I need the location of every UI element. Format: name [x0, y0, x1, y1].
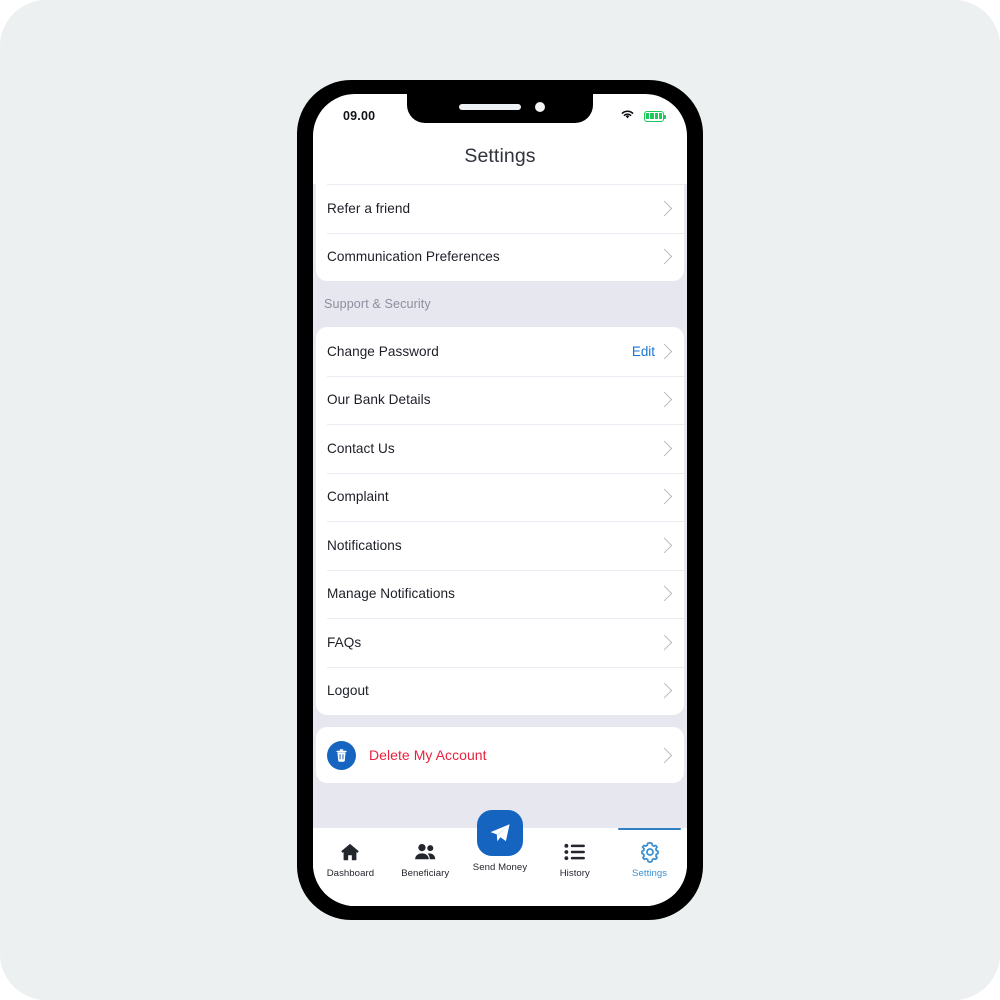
chevron-right-icon: [656, 248, 673, 265]
tab-active-indicator: [618, 828, 681, 831]
chevron-right-icon: [656, 585, 673, 602]
gear-icon: [639, 840, 661, 863]
send-money-fab[interactable]: [476, 810, 523, 856]
delete-account-row[interactable]: Delete My Account: [316, 727, 684, 783]
settings-row-faqs[interactable]: FAQs: [316, 618, 684, 667]
trash-icon: [327, 740, 356, 770]
phone-notch: [407, 94, 593, 123]
chevron-right-icon: [656, 440, 673, 457]
settings-row-contact-us[interactable]: Contact Us: [316, 424, 684, 473]
settings-row-label: Our Bank Details: [327, 392, 431, 408]
section-header-support-security: Support & Security: [313, 281, 687, 327]
settings-card-support-security: Change Password Edit Our Bank Details Conta…: [316, 327, 684, 715]
tab-history[interactable]: History: [537, 828, 612, 906]
phone-screen: 09.00 Settings Refer a friend Communicat…: [313, 94, 687, 906]
screen-header: Settings: [313, 136, 687, 184]
status-indicators: [620, 107, 667, 125]
battery-full-icon: [644, 110, 667, 122]
settings-row-refer-a-friend[interactable]: Refer a friend: [316, 184, 684, 233]
chevron-right-icon: [656, 343, 673, 360]
settings-row-our-bank-details[interactable]: Our Bank Details: [316, 375, 684, 425]
tab-beneficiary[interactable]: Beneficiary: [388, 828, 463, 906]
paper-plane-icon: [490, 824, 510, 842]
earpiece-speaker: [459, 104, 521, 110]
row-divider: [327, 569, 684, 571]
tab-label-dashboard: Dashboard: [326, 868, 375, 879]
phone-frame: 09.00 Settings Refer a friend Communicat…: [297, 80, 703, 920]
settings-row-label: Contact Us: [327, 440, 395, 456]
settings-row-label: Notifications: [327, 537, 402, 553]
people-icon: [414, 840, 437, 863]
settings-row-action-link[interactable]: Edit: [632, 344, 655, 359]
settings-row-notifications[interactable]: Notifications: [316, 521, 684, 570]
tab-label-history: History: [559, 868, 590, 879]
settings-row-manage-notifications[interactable]: Manage Notifications: [316, 569, 684, 619]
wifi-icon: [620, 107, 635, 125]
settings-scroll-area[interactable]: Refer a friend Communication Preferences S…: [313, 184, 687, 906]
chevron-right-icon: [656, 200, 673, 217]
settings-row-label: Logout: [327, 683, 369, 699]
section-header-label: Support & Security: [324, 297, 431, 311]
front-camera: [535, 102, 545, 112]
page-title: Settings: [464, 145, 536, 167]
home-icon: [339, 840, 361, 863]
chevron-right-icon: [656, 682, 673, 699]
tab-label-send-money: Send Money: [472, 862, 528, 873]
list-icon: [564, 840, 586, 863]
settings-sections: Refer a friend Communication Preferences S…: [313, 184, 687, 715]
tab-label-beneficiary: Beneficiary: [401, 868, 450, 879]
tab-label-settings: Settings: [632, 868, 668, 879]
settings-row-label: Communication Preferences: [327, 249, 500, 265]
tab-settings[interactable]: Settings: [612, 828, 687, 906]
settings-row-label: Change Password: [327, 343, 439, 359]
settings-row-label: Manage Notifications: [327, 586, 455, 602]
settings-row-communication-preferences[interactable]: Communication Preferences: [316, 232, 684, 282]
row-divider: [327, 521, 684, 522]
row-divider: [327, 618, 684, 619]
chevron-right-icon: [656, 488, 673, 505]
delete-account-label: Delete My Account: [369, 747, 487, 763]
settings-row-label: Refer a friend: [327, 200, 411, 216]
bottom-tab-bar: Dashboard Beneficiary Send Money History Set…: [313, 810, 687, 906]
tab-send-money[interactable]: Send Money: [463, 810, 538, 906]
row-divider: [327, 184, 684, 185]
chevron-right-icon: [656, 537, 673, 554]
settings-row-label: Complaint: [327, 489, 389, 505]
settings-row-complaint[interactable]: Complaint: [316, 472, 684, 522]
settings-card-account-preferences: Refer a friend Communication Preferences: [316, 184, 684, 281]
settings-row-logout[interactable]: Logout: [316, 666, 684, 716]
chevron-right-icon: [656, 747, 673, 763]
chevron-right-icon: [656, 634, 673, 651]
settings-row-label: FAQs: [327, 634, 362, 650]
status-time: 09.00: [343, 109, 376, 123]
settings-row-change-password[interactable]: Change Password Edit: [316, 327, 684, 376]
row-divider: [327, 424, 684, 425]
row-divider: [327, 666, 684, 668]
row-divider: [327, 232, 684, 234]
row-divider: [327, 375, 684, 377]
screenshot-stage: 09.00 Settings Refer a friend Communicat…: [0, 0, 1000, 1000]
tab-dashboard[interactable]: Dashboard: [313, 828, 388, 906]
row-divider: [327, 472, 684, 474]
chevron-right-icon: [656, 391, 673, 408]
